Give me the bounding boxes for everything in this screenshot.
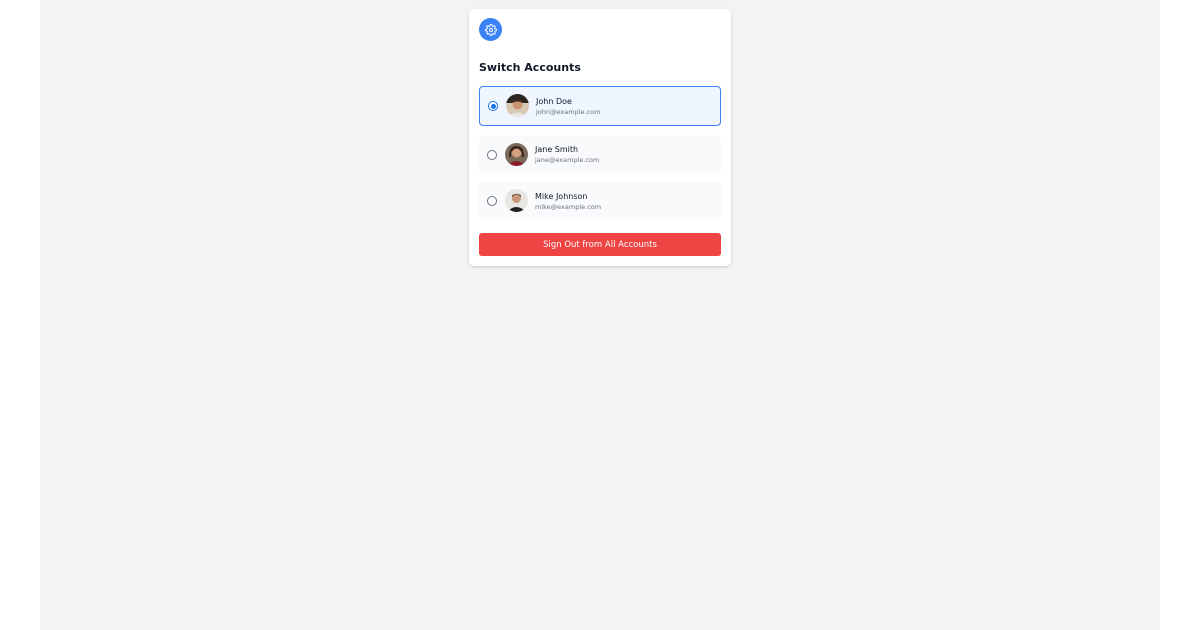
page-background: Switch Accounts John Doe john@example.co… — [40, 0, 1160, 630]
settings-button[interactable] — [479, 18, 502, 41]
account-name: John Doe — [536, 97, 572, 106]
gear-icon — [484, 23, 497, 36]
account-name: Jane Smith — [535, 145, 579, 154]
account-radio[interactable] — [488, 101, 498, 111]
account-radio[interactable] — [487, 196, 497, 206]
account-radio[interactable] — [487, 150, 497, 160]
account-option-mike-johnson[interactable]: Mike Johnson mike@example.com — [479, 182, 721, 219]
sign-out-all-button[interactable]: Sign Out from All Accounts — [479, 233, 721, 256]
account-email: john@example.com — [536, 108, 601, 116]
account-option-jane-smith[interactable]: Jane Smith jane@example.com — [479, 135, 721, 173]
avatar — [506, 94, 529, 117]
account-switcher-card: Switch Accounts John Doe john@example.co… — [469, 9, 731, 266]
account-email: mike@example.com — [535, 203, 602, 211]
avatar — [505, 189, 528, 212]
page-title: Switch Accounts — [479, 61, 581, 74]
account-name: Mike Johnson — [535, 192, 588, 201]
account-email: jane@example.com — [535, 156, 600, 164]
avatar — [505, 143, 528, 166]
account-option-john-doe[interactable]: John Doe john@example.com — [479, 86, 721, 126]
